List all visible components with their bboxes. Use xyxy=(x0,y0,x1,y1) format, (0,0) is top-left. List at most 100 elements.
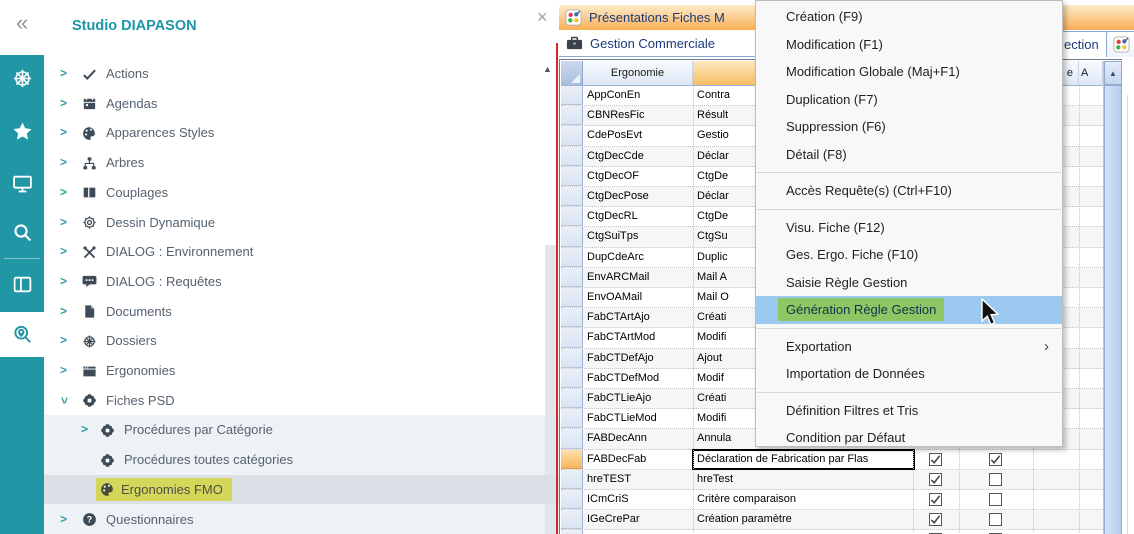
activity-item-explore[interactable] xyxy=(0,312,44,357)
menu-item-condition-par-defaut[interactable]: Condition par Défaut xyxy=(756,424,1062,452)
cell-ergonomie[interactable]: CdePosEvt xyxy=(583,126,693,145)
checkbox-col1-checked[interactable] xyxy=(929,453,942,466)
highlighted-tree-item[interactable]: Ergonomies FMO xyxy=(96,478,232,501)
cell-ergonomie[interactable]: CBNResFic xyxy=(583,106,693,125)
cell-ergonomie[interactable]: ICmCriS xyxy=(583,490,693,509)
cell-ergonomie[interactable]: FABDecAnn xyxy=(583,429,693,448)
menu-item-generation-regle-gestion[interactable]: Génération Règle Gestion xyxy=(756,296,1062,324)
tree-item-couplages[interactable]: >Couplages xyxy=(44,178,560,208)
cell-ergonomie[interactable]: CtgDecRL xyxy=(583,207,693,226)
chevron-right-icon[interactable]: > xyxy=(60,178,67,208)
checkbox-col1-checked[interactable] xyxy=(929,513,942,526)
checkbox-col2-checked[interactable] xyxy=(989,453,1002,466)
row-selector-cell[interactable] xyxy=(561,409,583,428)
menu-item-importation-de-donnees[interactable]: Importation de Données xyxy=(756,360,1062,388)
menu-item-definition-filtres-tris[interactable]: Définition Filtres et Tris xyxy=(756,397,1062,425)
checkbox-col1-checked[interactable] xyxy=(929,493,942,506)
row-selector-cell[interactable] xyxy=(561,268,583,287)
row-selector-cell[interactable] xyxy=(561,167,583,186)
activity-item-screens[interactable] xyxy=(0,161,44,205)
tree-item-ergonomies[interactable]: >Ergonomies xyxy=(44,356,560,386)
activity-item-panels[interactable] xyxy=(0,262,44,306)
menu-item-duplication[interactable]: Duplication (F7) xyxy=(756,86,1062,114)
row-selector-cell[interactable] xyxy=(561,470,583,489)
cell-ergonomie[interactable]: DupCdeArc xyxy=(583,248,693,267)
cell-ergonomie[interactable]: CtgSuiTps xyxy=(583,227,693,246)
row-selector-cell[interactable] xyxy=(561,126,583,145)
table-scrollbar[interactable]: ▲ xyxy=(1103,61,1122,534)
row-selector-cell[interactable] xyxy=(561,288,583,307)
row-selector-cell[interactable] xyxy=(561,450,583,469)
row-selector-cell[interactable] xyxy=(561,187,583,206)
menu-item-ges-ergo-fiche[interactable]: Ges. Ergo. Fiche (F10) xyxy=(756,241,1062,269)
row-selector-cell[interactable] xyxy=(561,86,583,105)
cell-designation[interactable]: Déclaration de Fabrication par Flas xyxy=(693,450,914,469)
chevron-right-icon[interactable]: > xyxy=(81,415,88,445)
chevron-right-icon[interactable]: > xyxy=(60,237,67,267)
cell-designation[interactable]: Enregistrement fichier xyxy=(693,530,914,534)
cell-designation[interactable]: Critère comparaison xyxy=(693,490,914,509)
activity-item-favorites[interactable] xyxy=(0,109,44,153)
tree-item-dossiers[interactable]: >Dossiers xyxy=(44,326,560,356)
tree-item-agendas[interactable]: >Agendas xyxy=(44,89,560,119)
column-header-ergonomie[interactable]: Ergonomie xyxy=(583,61,693,86)
menu-item-creation[interactable]: Création (F9) xyxy=(756,3,1062,31)
checkbox-col1-checked[interactable] xyxy=(929,473,942,486)
table-row[interactable]: hreTESThreTest xyxy=(561,470,1103,490)
row-selector-cell[interactable] xyxy=(561,227,583,246)
table-row[interactable]: ICmCriSCritère comparaison xyxy=(561,490,1103,510)
row-selector-cell[interactable] xyxy=(561,147,583,166)
checkbox-col2-unchecked[interactable] xyxy=(989,473,1002,486)
table-row[interactable]: FABDecFabDéclaration de Fabrication par … xyxy=(561,450,1103,470)
row-selector-cell[interactable] xyxy=(561,207,583,226)
cell-ergonomie[interactable]: CtgDecPose xyxy=(583,187,693,206)
tree-item-dialog-requetes[interactable]: >DIALOG : Requêtes xyxy=(44,267,560,297)
table-scrollbar-thumb[interactable] xyxy=(1104,85,1122,534)
cell-ergonomie[interactable]: FabCTDefMod xyxy=(583,369,693,388)
menu-item-exportation[interactable]: Exportation› xyxy=(756,333,1062,361)
chevron-right-icon[interactable]: > xyxy=(60,505,67,534)
tab-gestion-commerciale[interactable]: Gestion Commerciale xyxy=(559,30,719,56)
row-selector-cell[interactable] xyxy=(561,429,583,448)
collapse-sidebar-icon[interactable]: « xyxy=(16,12,28,34)
cell-designation[interactable]: Création paramètre xyxy=(693,510,914,529)
cell-ergonomie[interactable]: FabCTArtMod xyxy=(583,328,693,347)
row-selector-cell[interactable] xyxy=(561,349,583,368)
tree-item-questionnaires[interactable]: >?Questionnaires xyxy=(44,505,560,534)
chevron-right-icon[interactable]: > xyxy=(60,208,67,238)
cell-ergonomie[interactable]: FabCTArtAjo xyxy=(583,308,693,327)
menu-item-detail[interactable]: Détail (F8) xyxy=(756,141,1062,169)
menu-item-modification-globale[interactable]: Modification Globale (Maj+F1) xyxy=(756,58,1062,86)
cell-ergonomie[interactable]: AppConEn xyxy=(583,86,693,105)
row-selector-cell[interactable] xyxy=(561,106,583,125)
chevron-right-icon[interactable]: > xyxy=(60,59,67,89)
menu-item-modification[interactable]: Modification (F1) xyxy=(756,31,1062,59)
cell-ergonomie[interactable]: IGeEnrFic xyxy=(583,530,693,534)
row-selector-cell[interactable] xyxy=(561,530,583,534)
row-selector-cell[interactable] xyxy=(561,490,583,509)
chevron-down-icon[interactable]: > xyxy=(49,397,79,404)
scroll-up-icon[interactable]: ▲ xyxy=(1104,61,1122,85)
chevron-right-icon[interactable]: > xyxy=(60,356,67,386)
row-selector-cell[interactable] xyxy=(561,248,583,267)
cell-ergonomie[interactable]: FABDecFab xyxy=(583,450,693,469)
activity-item-modules[interactable] xyxy=(0,56,44,100)
chevron-right-icon[interactable]: > xyxy=(60,118,67,148)
cell-ergonomie[interactable]: FabCTDefAjo xyxy=(583,349,693,368)
tree-item-dialog-environnement[interactable]: >DIALOG : Environnement xyxy=(44,237,560,267)
tree-item-fiches-psd[interactable]: >Fiches PSD xyxy=(44,386,560,416)
row-selector-cell[interactable] xyxy=(561,389,583,408)
tree-item-procedures-toutes-categories[interactable]: Procédures toutes catégories xyxy=(44,445,560,475)
tree-item-arbres[interactable]: >Arbres xyxy=(44,148,560,178)
row-selector-cell[interactable] xyxy=(561,510,583,529)
chevron-right-icon[interactable]: > xyxy=(60,326,67,356)
tab-palette[interactable] xyxy=(1106,31,1134,57)
cell-ergonomie[interactable]: IGeCrePar xyxy=(583,510,693,529)
cell-ergonomie[interactable]: FabCTLieMod xyxy=(583,409,693,428)
tree-item-procedures-par-categorie[interactable]: >Procédures par Catégorie xyxy=(44,415,560,445)
column-header-col6[interactable]: A xyxy=(1079,61,1103,86)
menu-item-visu-fiche[interactable]: Visu. Fiche (F12) xyxy=(756,214,1062,242)
cell-designation[interactable]: hreTest xyxy=(693,470,914,489)
cell-ergonomie[interactable]: CtgDecOF xyxy=(583,167,693,186)
chevron-right-icon[interactable]: > xyxy=(60,89,67,119)
